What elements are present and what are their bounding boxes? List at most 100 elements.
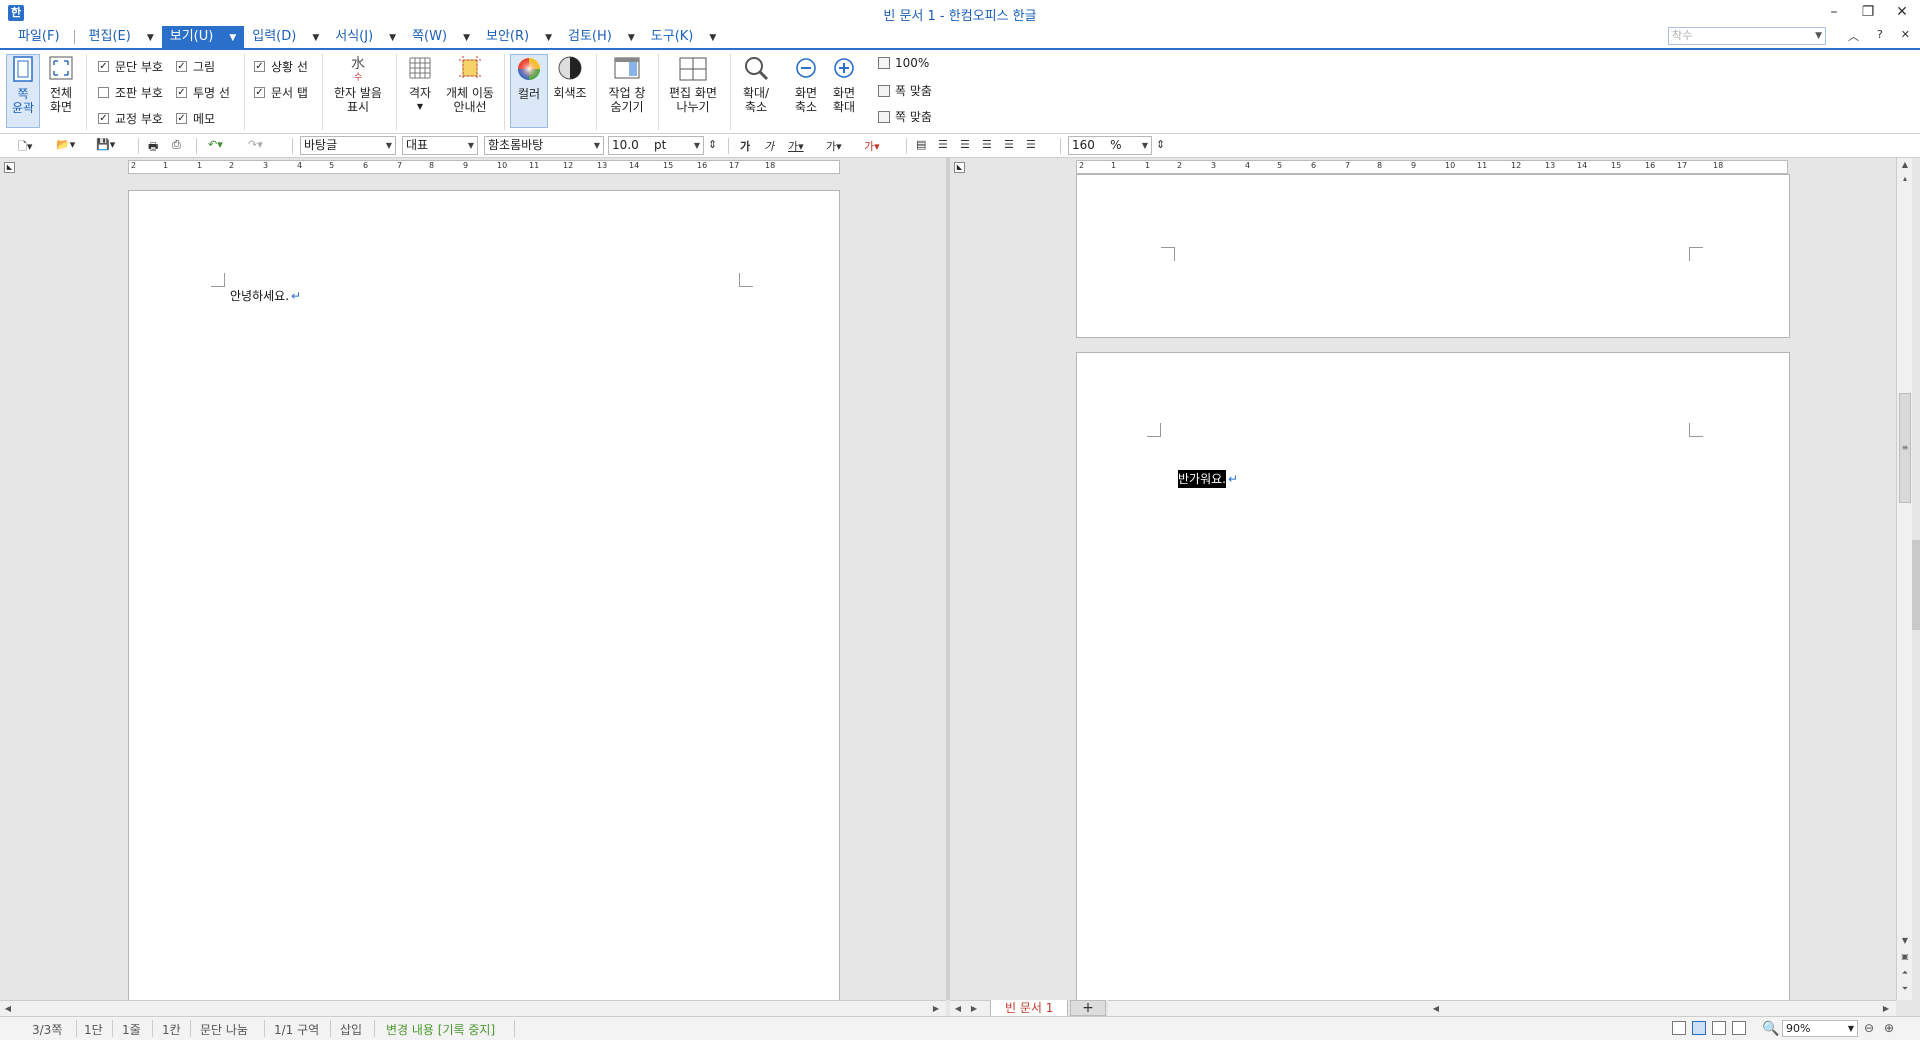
distribute-icon[interactable]: ☰ xyxy=(1004,138,1014,154)
ruler-corner-button[interactable]: ◣ xyxy=(954,162,965,173)
italic-button[interactable]: 가 xyxy=(764,138,774,154)
fit-width-button[interactable]: 폭 맞춤 xyxy=(878,82,932,99)
help-icon[interactable]: ? xyxy=(1877,28,1883,44)
close-icon[interactable]: ✕ xyxy=(1892,2,1912,22)
horizontal-ruler-left[interactable]: 2 1 1 2 3 4 5 6 7 8 9 10 11 12 13 14 15 … xyxy=(128,160,840,174)
underline-button[interactable]: 가▾ xyxy=(788,138,804,154)
bold-button[interactable]: 가 xyxy=(740,138,750,154)
tab-prev-icon[interactable]: ◀ xyxy=(952,1003,964,1015)
scroll-up-icon[interactable]: ▲ xyxy=(1898,158,1912,171)
checkbox-control-codes[interactable]: 조판 부호 xyxy=(98,84,163,101)
next-page-icon[interactable]: ⏷ xyxy=(1898,982,1912,995)
undo-icon[interactable]: ↶▾ xyxy=(208,138,223,154)
document-page-previous[interactable] xyxy=(1076,174,1790,338)
language-select[interactable]: 대표 ▼ xyxy=(402,136,478,155)
align-center-icon[interactable]: ☰ xyxy=(960,138,970,154)
menu-format[interactable]: 서식(J) ▼ xyxy=(327,26,404,48)
align-justify-icon[interactable]: ▤ xyxy=(916,138,926,154)
print-preview-icon[interactable]: ⎙ xyxy=(172,138,181,154)
char-scale-input[interactable]: 160 % ▼ xyxy=(1068,136,1152,155)
align-right-icon[interactable]: ☰ xyxy=(982,138,992,154)
full-screen-button[interactable]: 전체 화면 xyxy=(44,54,78,114)
object-move-guide-button[interactable]: 개체 이동 안내선 xyxy=(440,54,500,114)
scroll-down-icon[interactable]: ▼ xyxy=(1898,934,1912,947)
font-size-stepper[interactable]: ⇕ xyxy=(708,138,717,154)
ribbon-collapse-icon[interactable]: ︿ xyxy=(1848,28,1859,44)
checkbox-picture[interactable]: ✓ 그림 xyxy=(176,58,215,75)
horizontal-scrollbar-right[interactable]: ◀ ▶ xyxy=(1108,1000,1896,1016)
tab-next-icon[interactable]: ▶ xyxy=(968,1003,980,1015)
scroll-right-icon[interactable]: ▶ xyxy=(1880,1003,1892,1015)
restore-icon[interactable]: ❐ xyxy=(1858,2,1878,22)
status-track-changes[interactable]: 변경 내용 [기록 중지] xyxy=(386,1021,495,1038)
right-edit-pane[interactable]: ◣ 2 1 1 2 3 4 5 6 7 8 9 10 11 12 13 14 1… xyxy=(950,158,1898,1000)
vertical-scrollbar[interactable]: ▲ ▴ ≡ ▼ ▣ ⏶ ⏷ xyxy=(1896,158,1912,1000)
grayscale-view-button[interactable]: 회색조 xyxy=(550,54,590,100)
menu-insert[interactable]: 입력(D) ▼ xyxy=(244,26,327,48)
scrollbar-thumb[interactable]: ≡ xyxy=(1899,393,1911,503)
strikethrough-button[interactable]: 가▾ xyxy=(826,138,842,154)
save-icon[interactable]: 💾▾ xyxy=(96,138,115,154)
split-edit-screen-button[interactable]: 편집 화면 나누기 xyxy=(662,54,724,114)
status-insert-mode[interactable]: 삽입 xyxy=(340,1021,362,1038)
menu-tools[interactable]: 도구(K) ▼ xyxy=(643,26,725,48)
divide-icon[interactable]: ☰ xyxy=(1026,138,1036,154)
align-left-icon[interactable]: ☰ xyxy=(938,138,948,154)
prev-page-icon[interactable]: ⏶ xyxy=(1898,966,1912,979)
document-page-left[interactable]: 안녕하세요. ↵ xyxy=(128,190,840,1000)
zoom-magnifier-icon[interactable]: 🔍 xyxy=(1762,1021,1779,1037)
checkbox-proof-marks[interactable]: ✓ 교정 부호 xyxy=(98,110,163,127)
hanja-pronunciation-button[interactable]: 水수 한자 발음 표시 xyxy=(328,54,388,114)
checkbox-memo[interactable]: ✓ 메모 xyxy=(176,110,215,127)
zoom-button[interactable]: 확대/ 축소 xyxy=(734,54,778,114)
checkbox-transparent-lines[interactable]: ✓ 투명 선 xyxy=(176,84,230,101)
menu-file[interactable]: 파일(F) xyxy=(10,26,68,48)
menu-review[interactable]: 검토(H) ▼ xyxy=(560,26,643,48)
side-panel-toggle[interactable] xyxy=(1912,540,1920,630)
redo-icon[interactable]: ↷▾ xyxy=(248,138,263,154)
menu-page[interactable]: 쪽(W) ▼ xyxy=(404,26,478,48)
scroll-left-icon[interactable]: ◀ xyxy=(1430,1003,1442,1015)
outline-view-icon[interactable] xyxy=(1732,1021,1746,1035)
style-select[interactable]: 바탕글 ▼ xyxy=(300,136,396,155)
page-view-icon[interactable] xyxy=(1692,1021,1706,1035)
horizontal-scrollbar-left[interactable]: ◀ ▶ xyxy=(0,1000,946,1016)
font-color-button[interactable]: 가▾ xyxy=(864,138,880,154)
help-search-input[interactable]: 착수 ▼ xyxy=(1668,27,1826,45)
add-tab-button[interactable]: + xyxy=(1070,1000,1106,1016)
font-size-input[interactable]: 10.0 pt ▼ xyxy=(608,136,704,155)
checkbox-status-lines[interactable]: ✓ 상황 선 xyxy=(254,58,308,75)
normal-view-icon[interactable] xyxy=(1672,1021,1686,1035)
status-page[interactable]: 3/3쪽 xyxy=(32,1021,62,1038)
page-view-icon[interactable]: ▣ xyxy=(1898,950,1912,963)
fit-page-button[interactable]: 쪽 맞춤 xyxy=(878,108,932,125)
scroll-to-top-icon[interactable]: ▴ xyxy=(1898,172,1912,185)
scroll-left-icon[interactable]: ◀ xyxy=(2,1003,14,1015)
page-outline-button[interactable]: 쪽 윤곽 xyxy=(6,54,40,128)
menu-edit[interactable]: 편집(E) ▼ xyxy=(81,26,162,48)
char-scale-stepper[interactable]: ⇕ xyxy=(1156,138,1165,154)
menu-security[interactable]: 보안(R) ▼ xyxy=(478,26,560,48)
close-document-icon[interactable]: ✕ xyxy=(1901,28,1910,44)
document-text-selected[interactable]: 반가워요. ↵ xyxy=(1178,470,1238,488)
ruler-corner-button[interactable]: ◣ xyxy=(4,162,15,173)
menu-view[interactable]: 보기(U) ▼ xyxy=(161,26,245,48)
checkbox-document-tabs[interactable]: ✓ 문서 탭 xyxy=(254,84,308,101)
print-icon[interactable]: 🖶 xyxy=(148,138,158,154)
grid-button[interactable]: 격자 ▼ xyxy=(402,54,438,114)
left-edit-pane[interactable]: ◣ 2 1 1 2 3 4 5 6 7 8 9 10 11 12 13 14 1… xyxy=(0,158,946,1000)
hide-task-pane-button[interactable]: 작업 창 숨기기 xyxy=(602,54,652,114)
horizontal-ruler-right[interactable]: 2 1 1 2 3 4 5 6 7 8 9 10 11 12 13 14 15 … xyxy=(1076,160,1788,174)
zoom-level-select[interactable]: 90% ▼ xyxy=(1782,1020,1858,1037)
minimize-icon[interactable]: – xyxy=(1824,2,1844,22)
zoom-out-icon[interactable]: ⊖ xyxy=(1864,1021,1874,1035)
zoom-out-button[interactable]: 화면 축소 xyxy=(788,54,824,114)
open-folder-icon[interactable]: 📂▾ xyxy=(56,138,75,154)
color-view-button[interactable]: 컬러 xyxy=(510,54,548,128)
zoom-in-button[interactable]: 화면 확대 xyxy=(826,54,862,114)
scroll-right-icon[interactable]: ▶ xyxy=(930,1003,942,1015)
zoom-100-button[interactable]: 100% xyxy=(878,56,929,70)
zoom-in-icon[interactable]: ⊕ xyxy=(1884,1021,1894,1035)
document-page-right[interactable]: 반가워요. ↵ xyxy=(1076,352,1790,1000)
document-text-greeting[interactable]: 안녕하세요. ↵ xyxy=(230,287,301,304)
